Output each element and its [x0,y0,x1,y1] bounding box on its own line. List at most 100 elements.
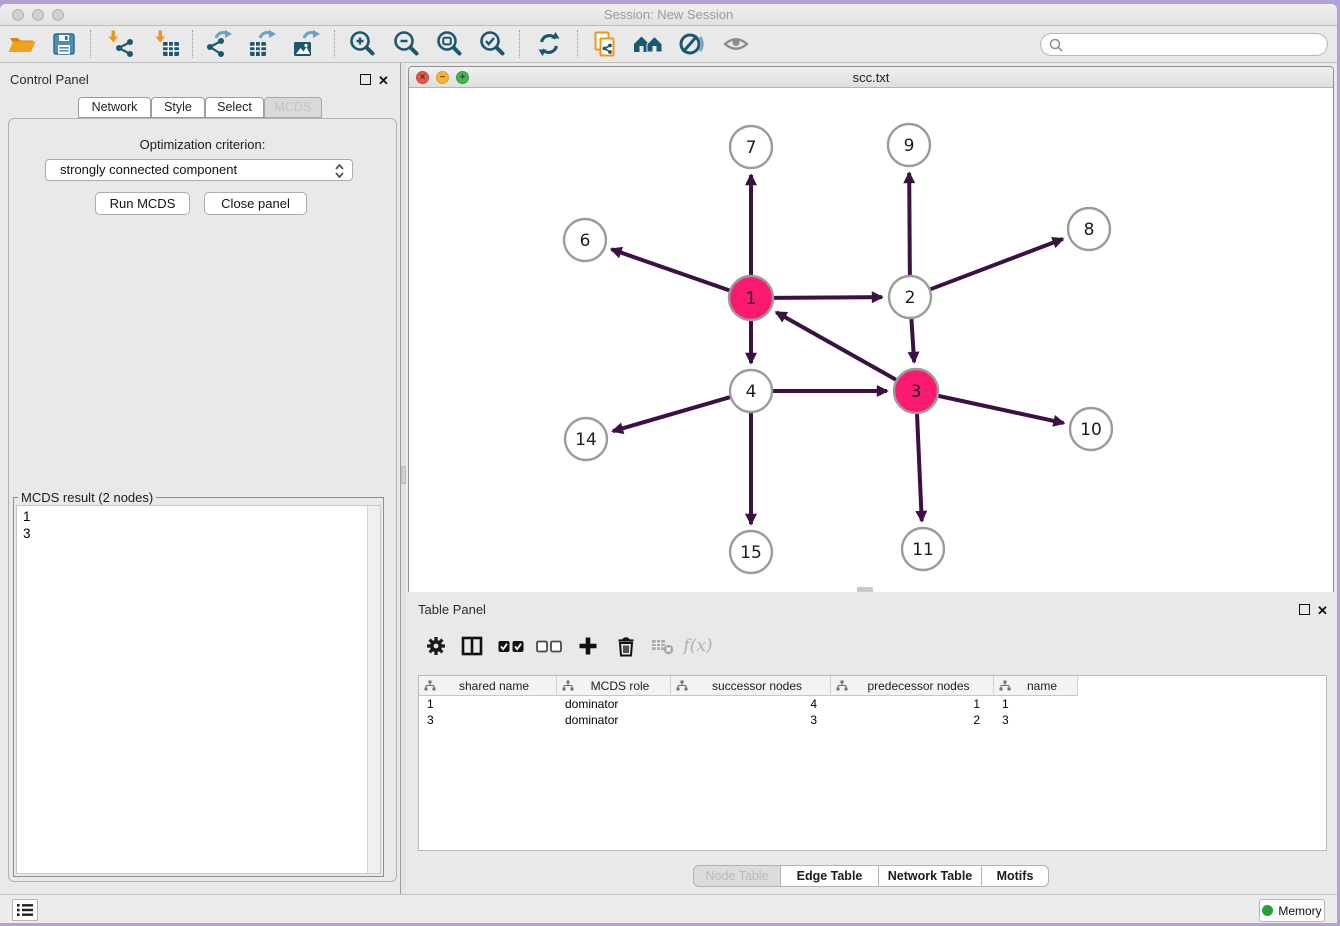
table-cell: 3 [419,712,557,728]
table-panel-title: Table Panel [418,602,486,617]
console-list-button[interactable] [12,899,38,921]
toolbar-separator [334,30,335,58]
eye-button[interactable] [718,28,756,60]
graph-edge-2-3[interactable] [911,319,914,362]
graph-edge-1-6[interactable] [611,249,729,290]
graph-edge-2-8[interactable] [931,239,1063,289]
import-network-button[interactable] [100,28,138,60]
table-cell: 1 [831,696,994,712]
open-session-button[interactable] [3,28,41,60]
zoom-selected-button[interactable] [473,28,511,60]
export-image-button[interactable] [287,28,325,60]
tab-motifs[interactable]: Motifs [982,865,1049,887]
graph-edge-3-1[interactable] [776,312,896,379]
memory-button[interactable]: Memory [1259,899,1325,922]
close-table-panel-icon[interactable]: ✕ [1317,605,1328,616]
network-window-title: scc.txt [409,70,1333,85]
tab-style[interactable]: Style [151,97,205,118]
close-panel-button[interactable]: Close panel [204,192,307,215]
houses-button[interactable] [629,28,667,60]
graph-node-label-15: 15 [740,543,762,563]
tab-network[interactable]: Network [78,97,151,118]
delete-table-icon [651,636,675,656]
delete-table-button[interactable] [645,628,681,664]
network-graph[interactable]: 7968124314101511 [409,89,1333,592]
tab-select[interactable]: Select [205,97,264,118]
unchecked-boxes-icon [536,638,562,654]
zoom-out-icon [391,29,421,59]
table-row[interactable]: 3dominator323 [419,712,1326,728]
graph-node-label-7: 7 [746,138,757,158]
refresh-icon [534,29,564,59]
control-panel: Control Panel ✕ Network Style Select MCD… [0,63,400,894]
zoom-fit-icon [434,29,464,59]
column-header-shared-name[interactable]: shared name [419,676,557,696]
refresh-button[interactable] [530,28,568,60]
function-builder-button[interactable]: f(x) [680,628,716,664]
mcds-result-text: 1 3 [23,508,31,542]
search-icon [1048,37,1064,53]
mcds-result-area[interactable]: 1 3 [16,505,381,874]
float-table-panel-icon[interactable] [1299,604,1310,615]
graph-edge-2-9[interactable] [909,173,910,275]
tab-network-table[interactable]: Network Table [879,865,982,887]
graph-edge-3-10[interactable] [938,396,1063,423]
import-table-icon [151,29,181,59]
split-panel-button[interactable] [454,628,490,664]
toolbar-separator [192,30,193,58]
graph-node-label-14: 14 [575,430,597,450]
plus-icon [578,636,598,656]
column-header-name[interactable]: name [994,676,1078,696]
control-panel-title: Control Panel [10,72,89,87]
column-header-successor-nodes[interactable]: successor nodes [671,676,831,696]
open-folder-icon [7,29,37,59]
column-header-predecessor-nodes[interactable]: predecessor nodes [831,676,994,696]
optimization-criterion-dropdown[interactable]: strongly connected component [45,159,353,181]
hierarchy-icon [836,680,848,692]
run-mcds-button[interactable]: Run MCDS [95,192,190,215]
tab-node-table[interactable]: Node Table [693,865,781,887]
splitter-grip[interactable] [401,466,406,484]
graph-edge-1-2[interactable] [774,297,882,298]
search-input[interactable] [1040,33,1328,56]
hide-columns-button[interactable] [531,628,567,664]
tab-mcds[interactable]: MCDS [264,97,322,118]
optimization-criterion-label: Optimization criterion: [9,137,396,152]
float-panel-icon[interactable] [360,74,371,85]
hierarchy-icon [676,680,688,692]
close-panel-icon[interactable]: ✕ [378,75,389,86]
save-session-button[interactable] [45,28,83,60]
hierarchy-icon [999,680,1011,692]
graph-edge-4-14[interactable] [613,397,730,431]
mcds-tab-content: Optimization criterion: strongly connect… [8,118,397,882]
network-view-window: × − + scc.txt 7968124314101511 [408,66,1334,592]
status-bar: Memory [0,894,1337,923]
zoom-in-button[interactable] [343,28,381,60]
import-table-button[interactable] [147,28,185,60]
export-network-icon [203,29,233,59]
graph-node-label-1: 1 [746,289,757,309]
add-column-button[interactable] [570,628,606,664]
network-canvas[interactable]: 7968124314101511 [409,89,1333,592]
hierarchy-icon [562,680,574,692]
show-columns-button[interactable] [493,628,529,664]
table-settings-button[interactable] [418,628,454,664]
zoom-out-button[interactable] [387,28,425,60]
export-table-button[interactable] [243,28,281,60]
graph-node-label-6: 6 [580,231,591,251]
copy-network-button[interactable] [586,28,624,60]
export-network-button[interactable] [199,28,237,60]
graph-node-label-11: 11 [912,540,934,560]
column-header-MCDS-role[interactable]: MCDS role [557,676,671,696]
import-network-icon [104,29,134,59]
network-window-titlebar: × − + scc.txt [409,67,1333,88]
table-row[interactable]: 1dominator411 [419,696,1326,712]
tab-edge-table[interactable]: Edge Table [781,865,879,887]
graph-edge-3-11[interactable] [917,414,922,521]
hide-eye-button[interactable] [673,28,711,60]
result-scrollbar[interactable] [367,506,380,873]
trash-icon [615,635,637,657]
delete-column-button[interactable] [608,628,644,664]
zoom-fit-button[interactable] [430,28,468,60]
houses-icon [632,29,664,59]
